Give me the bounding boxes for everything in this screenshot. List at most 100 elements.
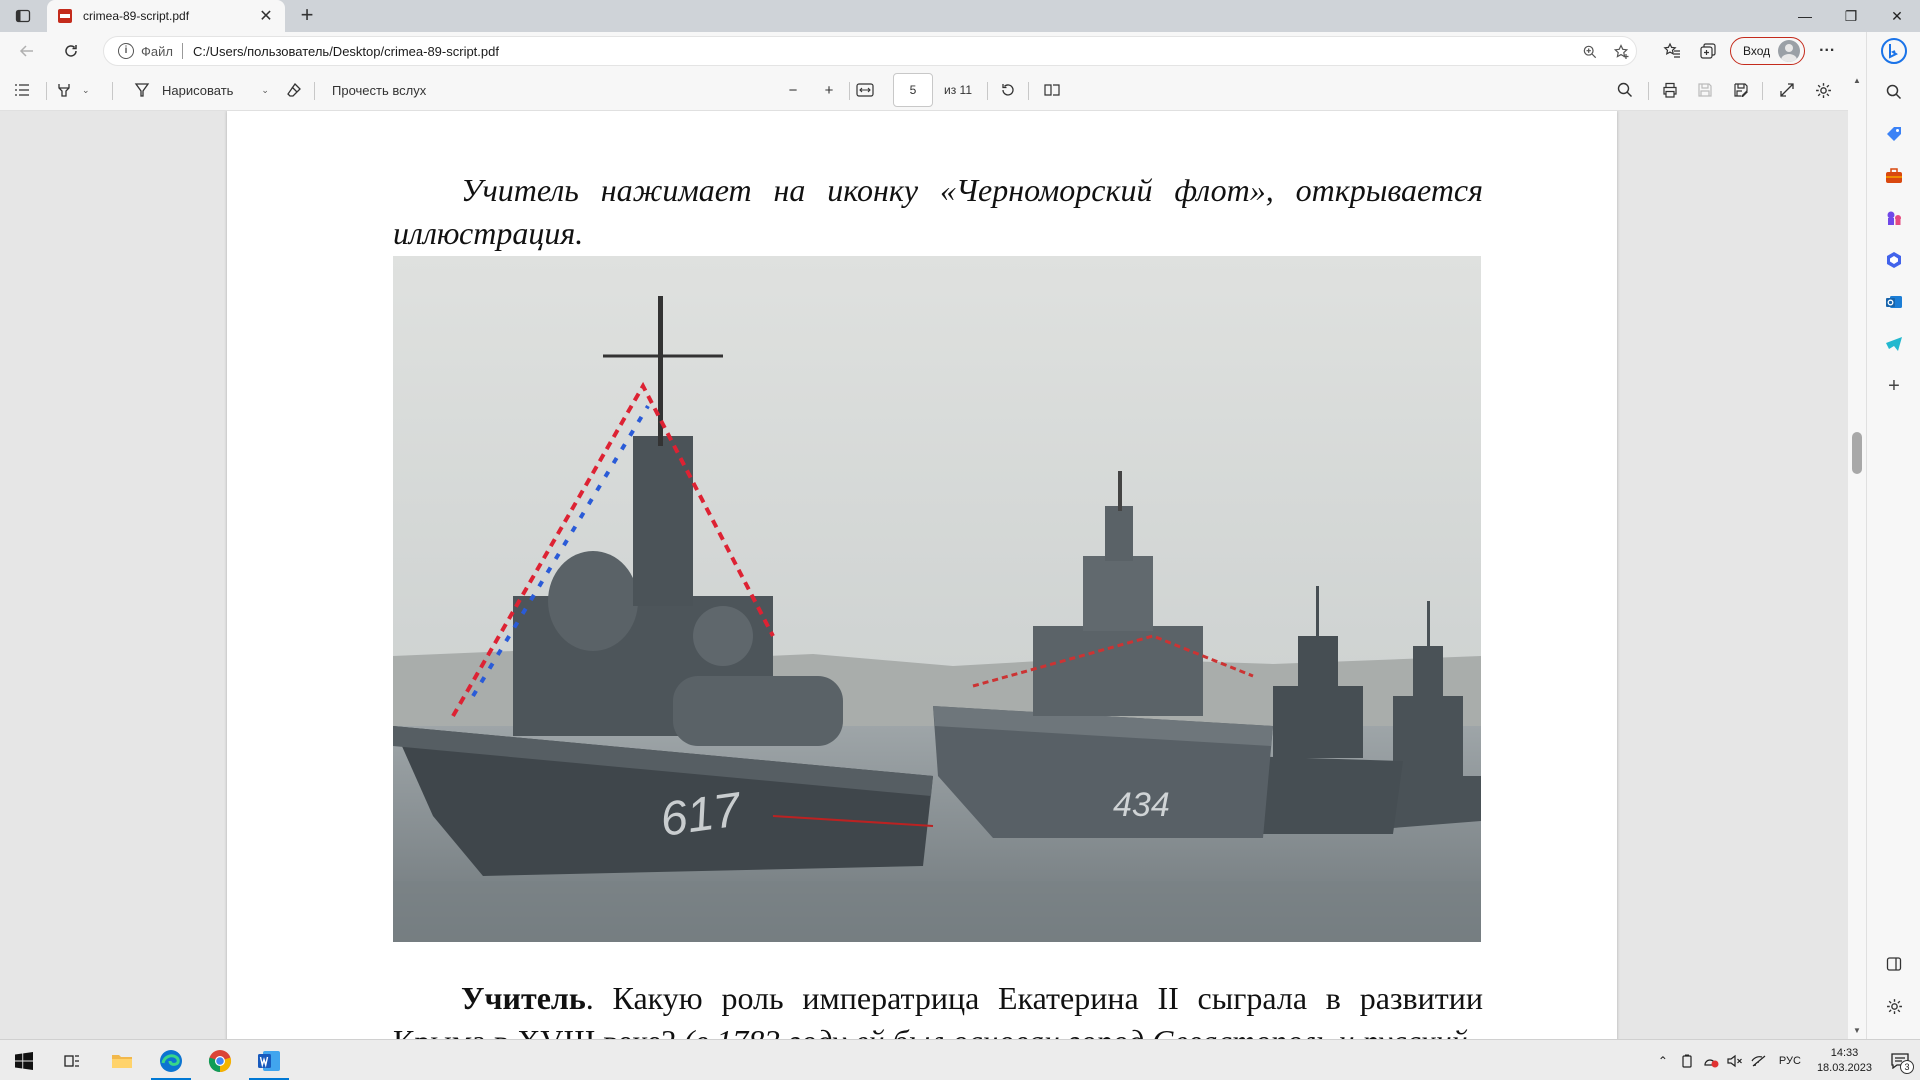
outlook-icon[interactable] xyxy=(1882,290,1906,314)
clock-time: 14:33 xyxy=(1830,1046,1859,1059)
input-language[interactable]: РУС xyxy=(1771,1055,1809,1067)
toolbar-divider xyxy=(849,82,850,100)
restore-button[interactable]: ❐ xyxy=(1828,0,1874,32)
window-controls: — ❐ ✕ xyxy=(1782,0,1920,32)
printer-icon xyxy=(1658,78,1682,102)
fit-width-button[interactable] xyxy=(853,78,877,102)
zoom-out-button[interactable]: − xyxy=(781,78,805,102)
add-favorite-icon[interactable] xyxy=(1612,42,1632,62)
plus-icon: + xyxy=(824,81,834,99)
task-view-button[interactable] xyxy=(48,1040,96,1080)
toolbar-divider xyxy=(46,82,47,100)
chrome-icon xyxy=(208,1049,232,1072)
scheme-label: Файл xyxy=(141,43,173,59)
notification-center-button[interactable]: 3 xyxy=(1880,1040,1920,1080)
refresh-button[interactable] xyxy=(57,38,85,64)
edge-taskbar-button[interactable] xyxy=(147,1040,195,1080)
notification-count: 3 xyxy=(1900,1060,1914,1074)
chevron-down-icon[interactable]: ⌄ xyxy=(82,85,90,96)
settings-button[interactable] xyxy=(1811,78,1835,102)
read-aloud-label: Прочесть вслух xyxy=(332,82,427,98)
toolbar-divider xyxy=(314,82,315,100)
info-icon[interactable]: i xyxy=(118,43,134,59)
address-separator xyxy=(181,43,183,59)
scrollbar-thumb[interactable] xyxy=(1852,432,1862,474)
teacher-answer: (в 1783 году ей был основан город Севаст… xyxy=(676,1023,1468,1039)
toolbar-divider xyxy=(987,82,988,100)
scroll-down-arrow[interactable]: ▼ xyxy=(1848,1026,1866,1035)
pdf-page: Учитель нажимает на иконку «Черноморский… xyxy=(227,111,1617,1039)
gear-icon xyxy=(1811,78,1835,102)
vertical-scrollbar[interactable]: ▲ ▼ xyxy=(1848,70,1866,1039)
tools-briefcase-icon[interactable] xyxy=(1882,164,1906,188)
warships-illustration: 434 617 xyxy=(393,256,1481,942)
network-icon[interactable] xyxy=(1747,1040,1771,1080)
fit-width-icon xyxy=(853,78,877,102)
find-button[interactable] xyxy=(1613,78,1637,102)
page-view-button[interactable] xyxy=(1040,78,1064,102)
chrome-taskbar-button[interactable] xyxy=(196,1040,244,1080)
draw-label: Нарисовать xyxy=(162,82,234,98)
new-tab-button[interactable]: + xyxy=(294,3,320,29)
file-explorer-button[interactable] xyxy=(98,1040,146,1080)
scroll-up-arrow[interactable]: ▲ xyxy=(1848,76,1866,85)
bing-chat-icon[interactable] xyxy=(1880,37,1908,65)
favorites-icon[interactable] xyxy=(1658,37,1686,65)
print-button[interactable] xyxy=(1658,78,1682,102)
url-text: C:/Users/пользователь/Desktop/crimea-89-… xyxy=(192,43,499,59)
toolbar-divider xyxy=(1648,82,1649,100)
show-hidden-icons-chevron-up-icon[interactable]: ⌃ xyxy=(1651,1040,1675,1080)
word-taskbar-button[interactable] xyxy=(245,1040,293,1080)
tab-close-icon[interactable]: ✕ xyxy=(257,6,275,26)
page-number-input[interactable]: 5 xyxy=(893,73,933,107)
search-icon xyxy=(1613,78,1637,102)
read-aloud-button[interactable]: Прочесть вслух xyxy=(332,78,426,102)
sidebar-settings-gear-icon[interactable] xyxy=(1882,994,1906,1018)
sign-in-button[interactable]: Вход xyxy=(1730,37,1806,65)
eraser-icon xyxy=(282,78,306,102)
sidebar-layout-icon[interactable] xyxy=(1882,952,1906,976)
erase-button[interactable] xyxy=(282,78,306,102)
start-button[interactable] xyxy=(0,1040,48,1080)
games-icon[interactable] xyxy=(1882,206,1906,230)
zoom-in-button[interactable]: + xyxy=(817,78,841,102)
shopping-tag-icon[interactable] xyxy=(1882,122,1906,146)
tab-title: crimea-89-script.pdf xyxy=(83,9,190,23)
collections-icon[interactable] xyxy=(1694,37,1722,65)
address-input[interactable]: i Файл C:/Users/пользователь/Desktop/cri… xyxy=(103,36,1637,66)
browser-tab[interactable]: crimea-89-script.pdf ✕ xyxy=(47,0,285,32)
add-sidebar-app-icon[interactable]: + xyxy=(1882,374,1906,398)
table-of-contents-icon xyxy=(10,78,34,102)
draw-button[interactable]: Нарисовать ⌄ xyxy=(130,78,269,102)
page-current[interactable]: 5 xyxy=(893,73,933,107)
minus-icon: − xyxy=(788,81,798,99)
zoom-indicator-icon[interactable] xyxy=(1580,42,1600,62)
chevron-down-icon[interactable]: ⌄ xyxy=(261,85,269,96)
more-options-icon[interactable]: ··· xyxy=(1813,37,1841,65)
save-as-icon xyxy=(1729,78,1753,102)
pdf-viewport[interactable]: Учитель нажимает на иконку «Черноморский… xyxy=(0,111,1848,1039)
back-button[interactable] xyxy=(13,38,41,64)
minimize-button[interactable]: — xyxy=(1782,0,1828,32)
battery-icon[interactable] xyxy=(1675,1040,1699,1080)
rotate-button[interactable] xyxy=(996,78,1020,102)
edge-sidebar: + xyxy=(1866,32,1920,1039)
telegram-send-icon[interactable] xyxy=(1882,332,1906,356)
tab-actions-button[interactable] xyxy=(8,3,38,29)
save-as-button[interactable] xyxy=(1729,78,1753,102)
office-icon[interactable] xyxy=(1882,248,1906,272)
save-button[interactable] xyxy=(1693,78,1717,102)
folder-icon xyxy=(112,1054,132,1068)
page-view-icon xyxy=(1040,78,1064,102)
clock[interactable]: 14:33 18.03.2023 xyxy=(1809,1046,1880,1076)
fullscreen-button[interactable] xyxy=(1775,78,1799,102)
caption-text: Учитель нажимает на иконку «Черноморский… xyxy=(393,172,1483,251)
close-window-button[interactable]: ✕ xyxy=(1874,0,1920,32)
search-icon[interactable] xyxy=(1882,80,1906,104)
speaker-muted-icon[interactable] xyxy=(1723,1040,1747,1080)
system-tray: ⌃ РУС 14:33 18.03.2023 3 xyxy=(1651,1040,1920,1080)
antivirus-alert-icon[interactable] xyxy=(1699,1040,1723,1080)
contents-button[interactable] xyxy=(10,78,34,102)
rotate-icon xyxy=(996,78,1020,102)
highlight-button[interactable]: ⌄ xyxy=(52,78,90,102)
